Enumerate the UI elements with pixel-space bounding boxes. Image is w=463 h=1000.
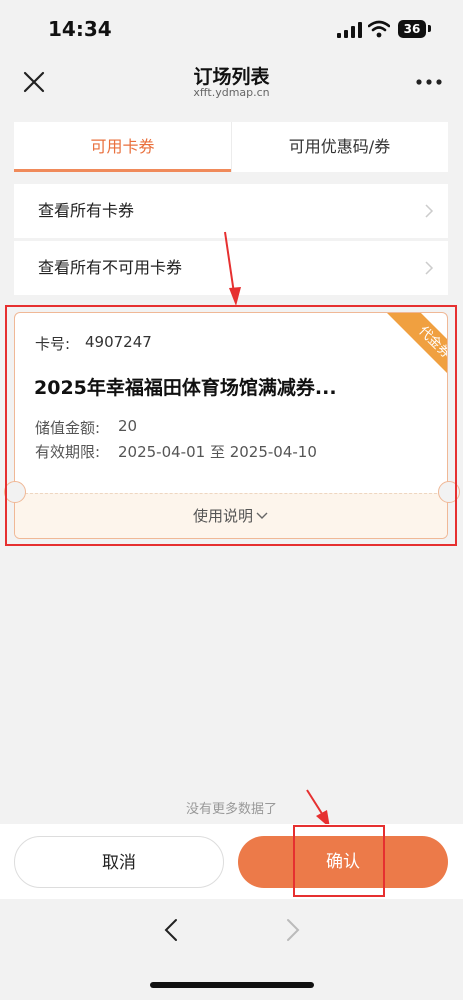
more-options-icon[interactable] — [413, 70, 445, 94]
tab-available-promo-codes[interactable]: 可用优惠码/券 — [231, 122, 448, 172]
view-unavailable-cards-row[interactable]: 查看所有不可用卡券 — [14, 241, 448, 295]
wifi-icon — [368, 20, 390, 38]
status-time: 14:34 — [48, 17, 112, 41]
view-all-cards-row[interactable]: 查看所有卡券 — [14, 184, 448, 238]
row-label: 查看所有卡券 — [38, 201, 135, 220]
chevron-right-icon — [425, 261, 434, 275]
status-bar: 14:34 36 — [0, 0, 463, 58]
no-more-data-text: 没有更多数据了 — [185, 802, 277, 817]
active-tab-indicator — [14, 169, 231, 172]
page-title: 订场列表 — [193, 66, 270, 88]
confirm-annotation-box — [293, 825, 385, 897]
nav-bar: 订场列表 xfft.ydmap.cn — [0, 58, 463, 110]
forward-arrow-icon[interactable] — [280, 917, 304, 943]
coupon-tabs: 可用卡券 可用优惠码/券 — [14, 122, 448, 172]
tab-available-cards[interactable]: 可用卡券 — [14, 122, 231, 172]
chevron-right-icon — [425, 204, 434, 218]
back-arrow-icon[interactable] — [160, 917, 184, 943]
cancel-button[interactable]: 取消 — [14, 836, 224, 888]
battery-icon: 36 — [398, 20, 426, 38]
signal-icon — [337, 22, 362, 38]
battery-nub — [428, 25, 431, 32]
browser-toolbar — [0, 899, 463, 1000]
bottom-action-bar: 取消 确认 — [0, 824, 463, 899]
home-indicator — [150, 982, 314, 988]
page-subtitle: xfft.ydmap.cn — [193, 86, 270, 99]
coupon-annotation-box — [5, 305, 457, 546]
row-label: 查看所有不可用卡券 — [38, 258, 183, 277]
